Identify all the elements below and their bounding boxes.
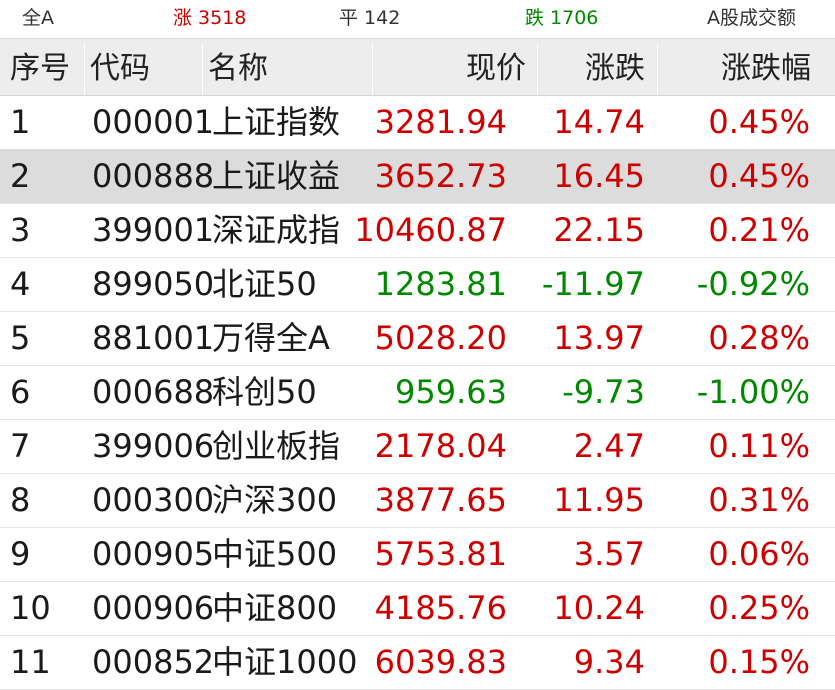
advancers-count: 涨 3518 — [173, 7, 247, 29]
security-code: 000888 — [92, 157, 215, 195]
security-name: 北证50 — [212, 265, 317, 303]
table-row[interactable]: 4 899050 北证50 1283.81 -11.97 -0.92% — [0, 257, 835, 312]
security-code: 000905 — [92, 535, 215, 573]
price-change: 3.57 — [573, 535, 645, 573]
column-header-pct[interactable]: 涨跌幅 — [721, 39, 811, 99]
security-name: 上证收益 — [212, 157, 341, 195]
table-row[interactable]: 5 881001 万得全A 5028.20 13.97 0.28% — [0, 311, 835, 366]
percent-change: -0.92% — [696, 265, 810, 303]
all-a-filter[interactable]: 全A — [22, 0, 54, 37]
table-row[interactable]: 9 000905 中证500 5753.81 3.57 0.06% — [0, 527, 835, 582]
percent-change: 0.28% — [708, 319, 810, 357]
last-price: 5753.81 — [374, 535, 507, 573]
security-name: 中证500 — [212, 535, 338, 573]
percent-change: 0.45% — [708, 157, 810, 195]
column-divider — [84, 43, 85, 95]
price-change: 2.47 — [573, 427, 645, 465]
row-index: 7 — [10, 427, 31, 465]
column-header-change[interactable]: 涨跌 — [585, 39, 645, 99]
security-code: 899050 — [92, 265, 215, 303]
price-change: 22.15 — [553, 211, 645, 249]
security-name: 科创50 — [212, 373, 317, 411]
price-change: 16.45 — [553, 157, 645, 195]
security-name: 万得全A — [212, 319, 330, 357]
price-change: 9.34 — [573, 643, 645, 681]
column-divider — [202, 43, 203, 95]
column-divider — [372, 43, 373, 95]
security-name: 创业板指 — [212, 427, 341, 465]
security-code: 000688 — [92, 373, 215, 411]
column-header-name[interactable]: 名称 — [208, 39, 268, 99]
price-change: 13.97 — [553, 319, 645, 357]
percent-change: 0.11% — [708, 427, 810, 465]
turnover-label[interactable]: A股成交额 — [707, 0, 796, 37]
security-name: 中证1000 — [212, 643, 358, 681]
unchanged-count: 平 142 — [339, 7, 401, 29]
security-name: 沪深300 — [212, 481, 338, 519]
table-row[interactable]: 2 000888 上证收益 3652.73 16.45 0.45% — [0, 149, 835, 204]
last-price: 10460.87 — [354, 211, 507, 249]
security-code: 881001 — [92, 319, 215, 357]
percent-change: -1.00% — [696, 373, 810, 411]
row-index: 2 — [10, 157, 31, 195]
last-price: 3877.65 — [374, 481, 507, 519]
table-row[interactable]: 10 000906 中证800 4185.76 10.24 0.25% — [0, 581, 835, 636]
percent-change: 0.06% — [708, 535, 810, 573]
row-index: 9 — [10, 535, 31, 573]
column-header-price[interactable]: 现价 — [466, 39, 526, 99]
security-name: 深证成指 — [212, 211, 341, 249]
column-divider — [537, 43, 538, 95]
row-index: 5 — [10, 319, 31, 357]
percent-change: 0.15% — [708, 643, 810, 681]
security-name: 上证指数 — [212, 103, 341, 141]
column-header-code[interactable]: 代码 — [90, 39, 150, 99]
market-summary-bar: 全A 涨 3518 平 142 跌 1706 A股成交额 — [0, 0, 835, 37]
table-header: 序号 代码 名称 现价 涨跌 涨跌幅 — [0, 38, 835, 96]
table-row[interactable]: 3 399001 深证成指 10460.87 22.15 0.21% — [0, 203, 835, 258]
last-price: 2178.04 — [374, 427, 507, 465]
percent-change: 0.21% — [708, 211, 810, 249]
last-price: 5028.20 — [374, 319, 507, 357]
last-price: 3281.94 — [374, 103, 507, 141]
security-code: 000300 — [92, 481, 215, 519]
table-row[interactable]: 1 000001 上证指数 3281.94 14.74 0.45% — [0, 95, 835, 150]
table-row[interactable]: 6 000688 科创50 959.63 -9.73 -1.00% — [0, 365, 835, 420]
table-row[interactable]: 11 000852 中证1000 6039.83 9.34 0.15% — [0, 635, 835, 690]
security-code: 000001 — [92, 103, 215, 141]
row-index: 3 — [10, 211, 31, 249]
row-index: 6 — [10, 373, 31, 411]
security-code: 000852 — [92, 643, 215, 681]
column-header-index[interactable]: 序号 — [10, 39, 70, 99]
security-code: 000906 — [92, 589, 215, 627]
table-row[interactable]: 7 399006 创业板指 2178.04 2.47 0.11% — [0, 419, 835, 474]
row-index: 1 — [10, 103, 31, 141]
table-row[interactable]: 8 000300 沪深300 3877.65 11.95 0.31% — [0, 473, 835, 528]
last-price: 6039.83 — [374, 643, 507, 681]
security-code: 399001 — [92, 211, 215, 249]
security-code: 399006 — [92, 427, 215, 465]
price-change: -11.97 — [541, 265, 645, 303]
price-change: 10.24 — [553, 589, 645, 627]
row-index: 11 — [10, 643, 51, 681]
security-name: 中证800 — [212, 589, 338, 627]
percent-change: 0.25% — [708, 589, 810, 627]
decliners-count: 跌 1706 — [525, 7, 599, 29]
column-divider — [657, 43, 658, 95]
price-change: -9.73 — [562, 373, 645, 411]
last-price: 3652.73 — [374, 157, 507, 195]
price-change: 14.74 — [553, 103, 645, 141]
percent-change: 0.45% — [708, 103, 810, 141]
price-change: 11.95 — [553, 481, 645, 519]
percent-change: 0.31% — [708, 481, 810, 519]
row-index: 10 — [10, 589, 51, 627]
last-price: 1283.81 — [374, 265, 507, 303]
row-index: 4 — [10, 265, 31, 303]
last-price: 959.63 — [395, 373, 507, 411]
last-price: 4185.76 — [374, 589, 507, 627]
row-index: 8 — [10, 481, 31, 519]
